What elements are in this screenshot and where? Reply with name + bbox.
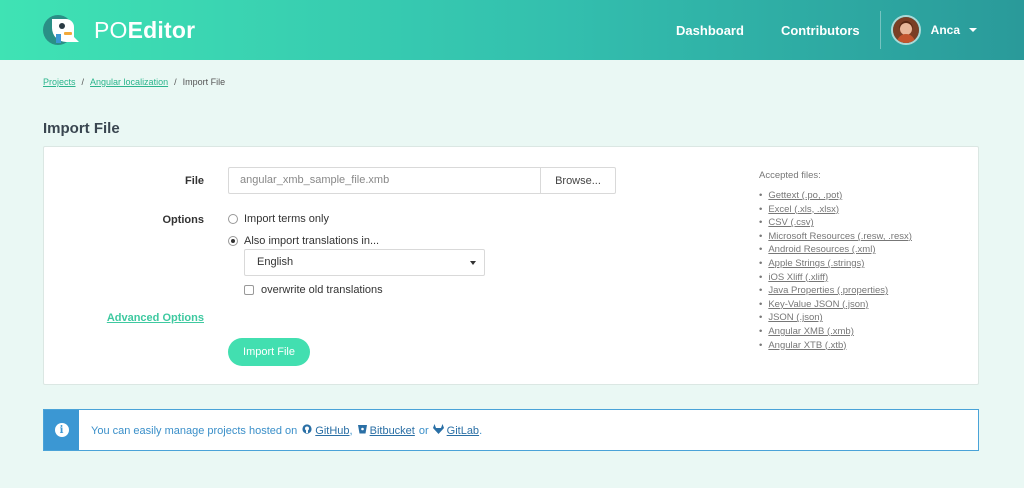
logo-text: POEditor — [94, 17, 195, 44]
accepted-file-link[interactable]: Gettext (.po, .pot) — [768, 190, 842, 201]
top-header: POEditor Dashboard Contributors Anca — [0, 0, 1024, 60]
radio-also-translations[interactable] — [228, 236, 238, 246]
bitbucket-icon — [357, 424, 367, 437]
import-form-card: File angular_xmb_sample_file.xmb Browse.… — [43, 146, 979, 385]
list-item: Angular XTB (.xtb) — [759, 339, 912, 353]
info-text: You can easily manage projects hosted on… — [91, 424, 482, 437]
list-item: Excel (.xls, .xlsx) — [759, 203, 912, 217]
nav-contributors[interactable]: Contributors — [781, 23, 860, 38]
logo-text-po: PO — [94, 16, 128, 43]
list-item: Angular XMB (.xmb) — [759, 325, 912, 339]
option-import-translations[interactable]: Also import translations in... — [228, 235, 379, 247]
advanced-options-link[interactable]: Advanced Options — [102, 312, 204, 324]
list-item: CSV (.csv) — [759, 216, 912, 230]
logo-text-editor: Editor — [127, 16, 196, 43]
breadcrumb: Projects / Angular localization / Import Fil… — [43, 77, 225, 87]
option-import-terms-only[interactable]: Import terms only — [228, 213, 329, 225]
main-nav: Dashboard Contributors Anca — [676, 0, 1024, 60]
overwrite-label: overwrite old translations — [261, 284, 383, 296]
list-item: Java Properties (.properties) — [759, 284, 912, 298]
list-item: Android Resources (.xml) — [759, 243, 912, 257]
accepted-file-link[interactable]: Key-Value JSON (.json) — [768, 299, 868, 310]
gitlab-icon — [432, 424, 444, 437]
radio-terms-only[interactable] — [228, 214, 238, 224]
nav-divider — [879, 11, 881, 49]
breadcrumb-separator: / — [81, 77, 85, 87]
accepted-files-title: Accepted files: — [759, 170, 821, 181]
file-label: File — [185, 175, 204, 187]
language-select-value: English — [257, 256, 294, 268]
info-comma: , — [349, 424, 353, 437]
info-banner: i You can easily manage projects hosted … — [43, 409, 979, 451]
overwrite-option[interactable]: overwrite old translations — [244, 284, 383, 296]
avatar — [890, 15, 921, 45]
language-select[interactable]: English — [244, 249, 485, 276]
accepted-file-link[interactable]: Apple Strings (.strings) — [768, 258, 864, 269]
accepted-file-link[interactable]: Angular XTB (.xtb) — [768, 340, 846, 351]
overwrite-checkbox[interactable] — [244, 285, 254, 295]
user-name: Anca — [930, 23, 960, 37]
radio-terms-only-label: Import terms only — [244, 213, 329, 225]
accepted-files-list: Gettext (.po, .pot) Excel (.xls, .xlsx) … — [759, 189, 912, 352]
breadcrumb-projects[interactable]: Projects — [43, 77, 76, 87]
radio-also-translations-label: Also import translations in... — [244, 235, 380, 247]
list-item: Apple Strings (.strings) — [759, 257, 912, 271]
list-item: Gettext (.po, .pot) — [759, 189, 912, 203]
breadcrumb-angular-localization[interactable]: Angular localization — [90, 77, 168, 87]
page-title: Import File — [43, 120, 120, 137]
info-period: . — [479, 424, 483, 437]
list-item: JSON (.json) — [759, 311, 912, 325]
accepted-file-link[interactable]: Angular XMB (.xmb) — [768, 326, 854, 337]
breadcrumb-separator: / — [174, 77, 177, 87]
chevron-down-icon — [470, 261, 476, 265]
poeditor-logo-icon — [42, 13, 82, 47]
info-icon: i — [54, 423, 69, 437]
accepted-file-link[interactable]: Microsoft Resources (.resw, .resx) — [768, 231, 912, 242]
github-link[interactable]: GitHub — [315, 425, 349, 437]
accepted-file-link[interactable]: Java Properties (.properties) — [768, 285, 888, 296]
accepted-file-link[interactable]: CSV (.csv) — [768, 217, 813, 228]
nav-dashboard[interactable]: Dashboard — [676, 23, 744, 38]
file-input[interactable]: angular_xmb_sample_file.xmb — [228, 167, 541, 194]
user-menu[interactable]: Anca — [890, 15, 977, 45]
bitbucket-link[interactable]: Bitbucket — [370, 425, 415, 437]
accepted-file-link[interactable]: Android Resources (.xml) — [768, 244, 875, 255]
info-text-before: You can easily manage projects hosted on — [91, 424, 298, 437]
options-label: Options — [162, 214, 204, 226]
github-icon — [302, 424, 312, 437]
list-item: Microsoft Resources (.resw, .resx) — [759, 230, 912, 244]
info-or: or — [418, 424, 429, 437]
breadcrumb-current: Import File — [182, 77, 226, 87]
logo[interactable]: POEditor — [42, 13, 195, 47]
chevron-down-icon — [969, 28, 977, 32]
browse-button[interactable]: Browse... — [540, 167, 616, 194]
list-item: Key-Value JSON (.json) — [759, 298, 912, 312]
list-item: iOS Xliff (.xliff) — [759, 271, 912, 285]
accepted-file-link[interactable]: Excel (.xls, .xlsx) — [768, 204, 839, 215]
gitlab-link[interactable]: GitLab — [447, 425, 479, 437]
info-icon-box: i — [44, 410, 79, 450]
accepted-file-link[interactable]: JSON (.json) — [768, 312, 822, 323]
accepted-file-link[interactable]: iOS Xliff (.xliff) — [768, 272, 828, 283]
import-file-button[interactable]: Import File — [228, 338, 310, 366]
